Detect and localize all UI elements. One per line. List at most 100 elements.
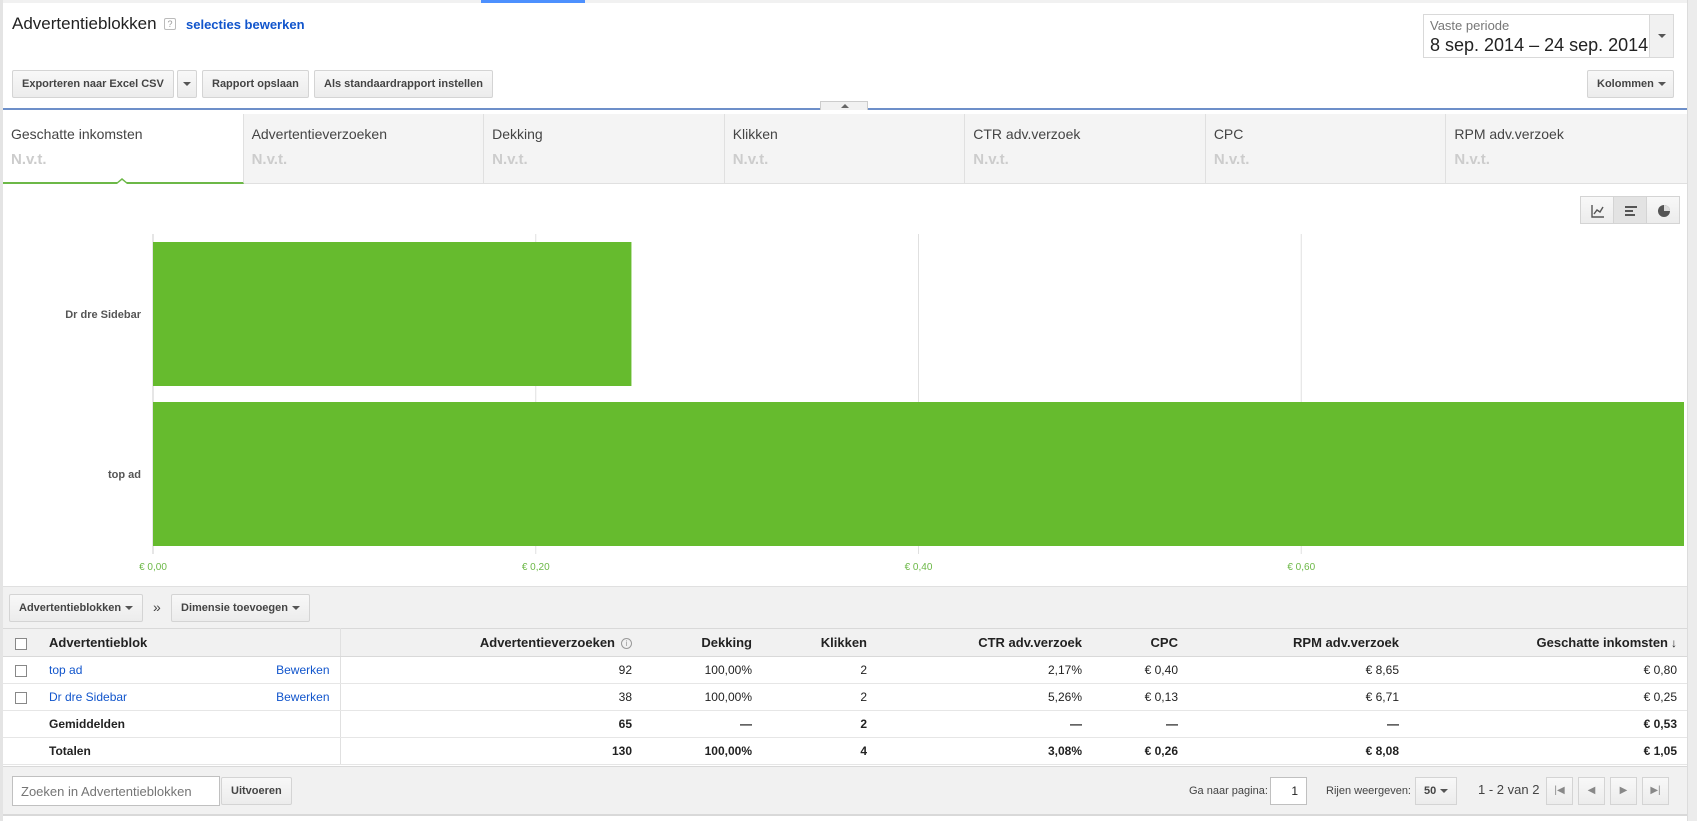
save-report-button[interactable]: Rapport opslaan bbox=[202, 70, 309, 98]
dimension-dropdown[interactable]: Advertentieblokken bbox=[9, 594, 144, 622]
column-header-ctr[interactable]: CTR adv.verzoek bbox=[877, 628, 1092, 657]
columns-button[interactable]: Kolommen bbox=[1587, 70, 1674, 98]
last-page-button[interactable]: ▶| bbox=[1642, 777, 1669, 805]
pie-chart-icon bbox=[1658, 205, 1670, 217]
column-header-ad-requests[interactable]: Advertentieverzoeken i bbox=[340, 628, 642, 657]
edit-ad-unit-link[interactable]: Bewerken bbox=[276, 690, 329, 704]
totals-row: Totalen 130 100,00% 4 3,08% € 0,26 € 8,0… bbox=[3, 737, 1687, 765]
metric-value: N.v.t. bbox=[1213, 151, 1250, 168]
column-header-clicks[interactable]: Klikken bbox=[762, 628, 877, 657]
tick-label: € 0,60 bbox=[1287, 562, 1315, 573]
bar-chart-svg: Dr dre Sidebar top ad € 0,00 € 0,20 € 0,40 € … bbox=[65, 234, 1684, 573]
rows-per-page-label: Rijen weergeven: bbox=[1326, 785, 1411, 797]
metric-label: CPC bbox=[1213, 126, 1244, 142]
edit-ad-unit-link[interactable]: Bewerken bbox=[276, 663, 329, 677]
metric-tab-ctr[interactable]: CTR adv.verzoek N.v.t. bbox=[965, 114, 1206, 184]
scrollbar[interactable] bbox=[1687, 0, 1697, 821]
coverage-cell: 100,00% bbox=[642, 737, 762, 765]
metric-label: CTR adv.verzoek bbox=[973, 126, 1081, 142]
clicks-cell: 2 bbox=[762, 656, 877, 684]
add-dimension-dropdown[interactable]: Dimensie toevoegen bbox=[171, 594, 310, 622]
row-select-cell bbox=[3, 683, 39, 711]
goto-page-label: Ga naar pagina: bbox=[1189, 785, 1268, 797]
row-select-cell bbox=[3, 656, 39, 684]
column-header-label: Geschatte inkomsten bbox=[1536, 635, 1669, 650]
report-table: Advertentieblok Advertentieverzoeken i De… bbox=[3, 628, 1687, 765]
dimension-separator: » bbox=[153, 599, 161, 615]
collapse-chart-handle[interactable] bbox=[820, 101, 868, 110]
table-header-row: Advertentieblok Advertentieverzoeken i De… bbox=[3, 628, 1687, 657]
date-range-label: Vaste periode bbox=[1430, 18, 1510, 33]
earnings-cell: € 0,25 bbox=[1409, 683, 1687, 711]
ad-unit-cell: top ad Bewerken bbox=[39, 656, 341, 684]
export-csv-button[interactable]: Exporteren naar Excel CSV bbox=[12, 70, 174, 98]
earnings-cell: € 0,80 bbox=[1409, 656, 1687, 684]
column-header-ad-unit[interactable]: Advertentieblok bbox=[39, 628, 341, 657]
metric-tab-ad-requests[interactable]: Advertentieverzoeken N.v.t. bbox=[244, 114, 485, 184]
column-header-cpc[interactable]: CPC bbox=[1092, 628, 1188, 657]
rows-per-page-select[interactable]: 50 bbox=[1415, 777, 1457, 805]
dimension-label: Advertentieblokken bbox=[19, 602, 122, 614]
metric-value: N.v.t. bbox=[251, 151, 288, 168]
rpm-cell: € 6,71 bbox=[1188, 683, 1409, 711]
search-input[interactable] bbox=[12, 776, 220, 806]
set-default-report-button[interactable]: Als standaardrapport instellen bbox=[314, 70, 493, 98]
pie-chart-toggle[interactable] bbox=[1646, 196, 1680, 224]
column-header-estimated-earnings[interactable]: Geschatte inkomsten ↓ bbox=[1409, 628, 1687, 657]
help-icon[interactable]: ? bbox=[164, 18, 176, 30]
ctr-cell: 3,08% bbox=[877, 737, 1092, 765]
next-page-button[interactable]: ▶ bbox=[1610, 777, 1637, 805]
run-search-button[interactable]: Uitvoeren bbox=[221, 777, 292, 805]
ad-unit-link[interactable]: top ad bbox=[49, 663, 82, 677]
clicks-cell: 2 bbox=[762, 683, 877, 711]
column-header-rpm[interactable]: RPM adv.verzoek bbox=[1188, 628, 1409, 657]
add-dimension-label: Dimensie toevoegen bbox=[181, 602, 288, 614]
averages-label: Gemiddelden bbox=[39, 710, 341, 738]
export-options-button[interactable] bbox=[177, 70, 197, 98]
metric-tab-rpm[interactable]: RPM adv.verzoek N.v.t. bbox=[1446, 114, 1687, 184]
ad-requests-cell: 92 bbox=[340, 656, 642, 684]
page-number-input[interactable]: 1 bbox=[1270, 777, 1307, 805]
tick-label: € 0,20 bbox=[522, 562, 550, 573]
info-icon[interactable]: i bbox=[621, 638, 632, 650]
table-footer: Uitvoeren Ga naar pagina: 1 Rijen weerge… bbox=[3, 766, 1687, 816]
chevron-down-icon bbox=[1657, 82, 1666, 87]
chevron-down-icon bbox=[183, 82, 191, 86]
ad-requests-cell: 130 bbox=[340, 737, 642, 765]
metric-value: N.v.t. bbox=[732, 151, 769, 168]
top-stripe bbox=[0, 0, 1697, 3]
row-checkbox[interactable] bbox=[15, 691, 27, 704]
line-chart-toggle[interactable] bbox=[1580, 196, 1614, 224]
date-range-picker[interactable]: Vaste periode 8 sep. 2014 – 24 sep. 2014 bbox=[1423, 14, 1674, 58]
metric-label: Geschatte inkomsten bbox=[11, 126, 143, 142]
tick-label: € 0,00 bbox=[139, 562, 167, 573]
chevron-down-icon[interactable] bbox=[1649, 15, 1673, 57]
columns-button-label: Kolommen bbox=[1597, 78, 1654, 90]
metric-tab-coverage[interactable]: Dekking N.v.t. bbox=[484, 114, 725, 184]
cpc-cell: € 0,13 bbox=[1092, 683, 1188, 711]
metric-label: Klikken bbox=[732, 126, 778, 142]
ad-unit-link[interactable]: Dr dre Sidebar bbox=[49, 690, 127, 704]
chevron-down-icon bbox=[291, 606, 300, 611]
metric-value: N.v.t. bbox=[11, 151, 47, 168]
ctr-cell: 5,26% bbox=[877, 683, 1092, 711]
bar-chart-toggle[interactable] bbox=[1613, 196, 1647, 224]
column-header-coverage[interactable]: Dekking bbox=[642, 628, 762, 657]
first-page-button[interactable]: |◀ bbox=[1546, 777, 1573, 805]
coverage-cell: — bbox=[642, 710, 762, 738]
select-all-checkbox[interactable] bbox=[15, 637, 27, 650]
bar-1 bbox=[153, 402, 1684, 546]
metric-tab-clicks[interactable]: Klikken N.v.t. bbox=[725, 114, 966, 184]
ad-unit-cell: Dr dre Sidebar Bewerken bbox=[39, 683, 341, 711]
category-label: top ad bbox=[108, 469, 141, 481]
metric-tab-estimated-earnings[interactable]: Geschatte inkomsten N.v.t. bbox=[3, 114, 244, 184]
table-row: top ad Bewerken 92 100,00% 2 2,17% € 0,40… bbox=[3, 656, 1687, 684]
metric-tab-cpc[interactable]: CPC N.v.t. bbox=[1206, 114, 1447, 184]
metric-value: N.v.t. bbox=[1454, 151, 1490, 168]
column-header-label: Advertentieverzoeken bbox=[479, 635, 615, 650]
row-checkbox[interactable] bbox=[15, 664, 27, 677]
rpm-cell: € 8,08 bbox=[1188, 737, 1409, 765]
previous-page-button[interactable]: ◀ bbox=[1578, 777, 1605, 805]
edit-selection-link[interactable]: selecties bewerken bbox=[186, 17, 305, 32]
ctr-cell: 2,17% bbox=[877, 656, 1092, 684]
